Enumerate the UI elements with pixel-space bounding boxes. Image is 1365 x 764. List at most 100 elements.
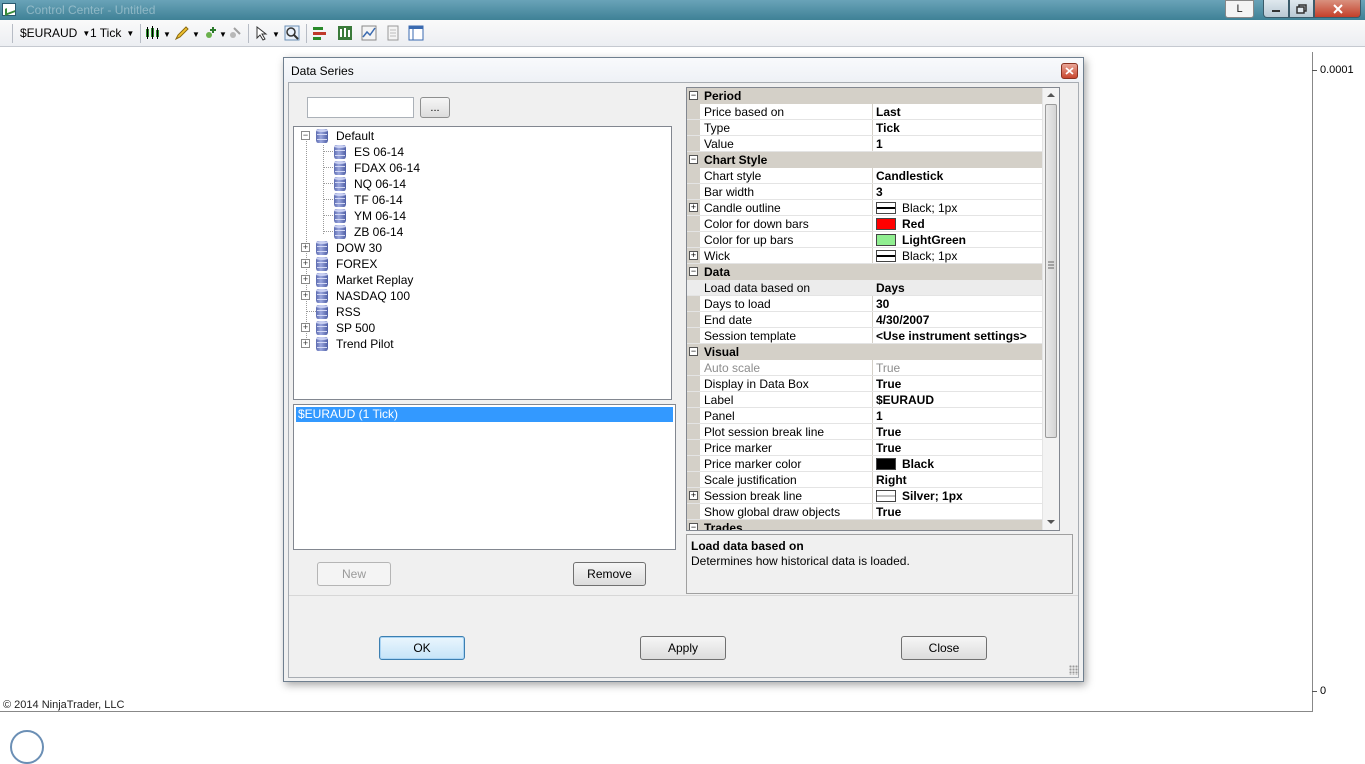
tree-item-instrument[interactable]: ZB 06-14 [334, 224, 403, 240]
new-button[interactable]: New [317, 562, 391, 586]
property-value[interactable]: Tick [876, 121, 900, 135]
property-value[interactable]: True [876, 425, 901, 439]
property-row[interactable]: Plot session break line True [687, 424, 1057, 440]
property-row[interactable]: Session template <Use instrument setting… [687, 328, 1057, 344]
tree-item-trend-pilot[interactable]: Trend Pilot [316, 336, 394, 352]
indicators-icon[interactable] [361, 25, 377, 41]
property-value[interactable]: Last [876, 105, 901, 119]
series-list-item[interactable]: $EURAUD (1 Tick) [296, 407, 673, 422]
property-value[interactable]: 30 [876, 297, 889, 311]
property-value[interactable]: Black [902, 457, 934, 471]
taskbar-orb[interactable] [10, 730, 44, 764]
collapse-toggle[interactable]: − [689, 91, 698, 100]
property-value[interactable]: 1 [876, 409, 883, 423]
property-row[interactable]: Chart style Candlestick [687, 168, 1057, 184]
dialog-close-button[interactable] [1061, 63, 1078, 79]
tree-item-nasdaq-100[interactable]: NASDAQ 100 [316, 288, 410, 304]
add-indicator-icon[interactable] [203, 25, 219, 41]
property-row[interactable]: Label $EURAUD [687, 392, 1057, 408]
instrument-search-input[interactable] [307, 97, 414, 118]
category-visual[interactable]: − Visual [687, 344, 1057, 360]
apply-button[interactable]: Apply [640, 636, 726, 660]
tree-item-instrument[interactable]: NQ 06-14 [334, 176, 406, 192]
chevron-down-icon[interactable]: ▼ [163, 30, 171, 39]
strategies-icon[interactable] [385, 25, 401, 41]
collapse-toggle[interactable]: − [689, 155, 698, 164]
property-value[interactable]: 3 [876, 185, 883, 199]
tree-item-rss[interactable]: RSS [316, 304, 361, 320]
collapse-toggle[interactable]: − [689, 267, 698, 276]
order-panel-icon[interactable] [312, 25, 328, 41]
property-row-selected[interactable]: Load data based on Days [687, 280, 1057, 296]
category-trades[interactable]: − Trades [687, 520, 1057, 530]
expand-toggle[interactable]: + [689, 491, 698, 500]
collapse-toggle[interactable]: − [301, 131, 310, 140]
property-value[interactable]: True [876, 505, 901, 519]
property-value[interactable]: True [876, 377, 901, 391]
collapse-toggle[interactable]: − [689, 347, 698, 356]
property-value[interactable]: Candlestick [876, 169, 943, 183]
property-value[interactable]: 1 [876, 137, 883, 151]
tree-item-instrument[interactable]: TF 06-14 [334, 192, 403, 208]
tree-item-sp-500[interactable]: SP 500 [316, 320, 375, 336]
property-row[interactable]: End date 4/30/2007 [687, 312, 1057, 328]
property-value[interactable]: Red [902, 217, 925, 231]
tree-item-market-replay[interactable]: Market Replay [316, 272, 413, 288]
property-row[interactable]: Bar width 3 [687, 184, 1057, 200]
expand-toggle[interactable]: + [301, 339, 310, 348]
chevron-down-icon[interactable]: ▼ [219, 30, 227, 39]
cursor-icon[interactable] [254, 25, 270, 41]
expand-toggle[interactable]: + [301, 259, 310, 268]
scroll-down-icon[interactable] [1046, 518, 1056, 526]
ok-button[interactable]: OK [379, 636, 465, 660]
property-row[interactable]: + Session break line Silver; 1px [687, 488, 1057, 504]
restore-button[interactable] [1289, 0, 1314, 18]
remove-indicator-icon[interactable] [227, 25, 243, 41]
tree-item-instrument[interactable]: ES 06-14 [334, 144, 404, 160]
property-row[interactable]: Price marker color Black [687, 456, 1057, 472]
property-value[interactable]: Days [876, 281, 905, 295]
property-row[interactable]: Auto scale True [687, 360, 1057, 376]
category-chart-style[interactable]: − Chart Style [687, 152, 1057, 168]
property-value[interactable]: Right [876, 473, 907, 487]
category-data[interactable]: − Data [687, 264, 1057, 280]
pencil-icon[interactable] [174, 25, 190, 41]
property-row[interactable]: Panel 1 [687, 408, 1057, 424]
expand-toggle[interactable]: + [301, 291, 310, 300]
tree-item-default[interactable]: Default [316, 128, 374, 144]
property-row[interactable]: Value 1 [687, 136, 1057, 152]
property-row[interactable]: Days to load 30 [687, 296, 1057, 312]
collapse-toggle[interactable]: − [689, 523, 698, 530]
scroll-up-icon[interactable] [1046, 91, 1056, 99]
property-row[interactable]: Color for down bars Red [687, 216, 1057, 232]
property-row[interactable]: + Candle outline Black; 1px [687, 200, 1057, 216]
expand-toggle[interactable]: + [301, 323, 310, 332]
property-value[interactable]: 4/30/2007 [876, 313, 929, 327]
property-value[interactable]: LightGreen [902, 233, 966, 247]
property-value[interactable]: True [876, 441, 901, 455]
tree-item-dow-30[interactable]: DOW 30 [316, 240, 382, 256]
chart-style-icon[interactable] [145, 25, 161, 41]
close-button[interactable]: Close [901, 636, 987, 660]
property-row[interactable]: Color for up bars LightGreen [687, 232, 1057, 248]
expand-toggle[interactable]: + [301, 243, 310, 252]
close-window-button[interactable] [1314, 0, 1361, 18]
layout-button[interactable]: L [1225, 0, 1254, 18]
resize-grip[interactable] [1069, 665, 1079, 675]
chevron-down-icon[interactable]: ▼ [272, 30, 280, 39]
property-value[interactable]: $EURAUD [876, 393, 934, 407]
minimize-button[interactable] [1263, 0, 1289, 18]
properties-icon[interactable] [408, 25, 424, 41]
interval-selector[interactable]: 1 Tick ▼ [90, 26, 134, 40]
tree-item-instrument[interactable]: FDAX 06-14 [334, 160, 420, 176]
property-row[interactable]: Price based on Last [687, 104, 1057, 120]
zoom-icon[interactable] [284, 25, 300, 41]
property-grid-scrollbar[interactable] [1042, 88, 1059, 530]
property-row[interactable]: Scale justification Right [687, 472, 1057, 488]
expand-toggle[interactable]: + [301, 275, 310, 284]
chevron-down-icon[interactable]: ▼ [192, 30, 200, 39]
property-value[interactable]: Black; 1px [902, 201, 957, 215]
property-row[interactable]: Price marker True [687, 440, 1057, 456]
expand-toggle[interactable]: + [689, 251, 698, 260]
tree-item-forex[interactable]: FOREX [316, 256, 377, 272]
